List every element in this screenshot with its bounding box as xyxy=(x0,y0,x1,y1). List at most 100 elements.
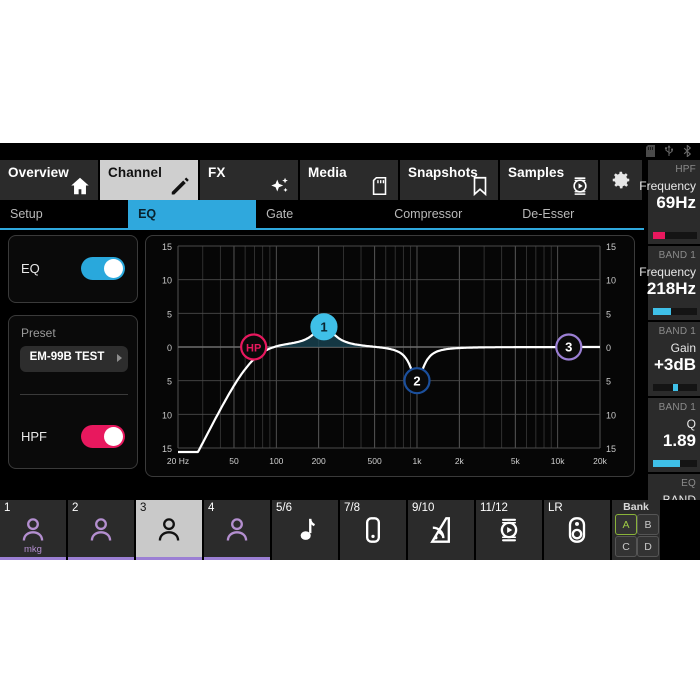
eq-enable-card: EQ xyxy=(8,235,138,303)
home-icon xyxy=(69,175,91,197)
channel-color-bar xyxy=(476,557,542,560)
param-name: Gain xyxy=(670,341,696,355)
hpf-enable-toggle[interactable] xyxy=(81,425,125,448)
svg-text:1: 1 xyxy=(320,319,327,334)
svg-text:10: 10 xyxy=(606,410,616,420)
param-bar-fill xyxy=(653,232,665,239)
param-cell-frequency-1[interactable]: BAND 1 Frequency 218Hz xyxy=(639,246,700,320)
svg-text:1k: 1k xyxy=(412,456,422,466)
tab-fx-label: FX xyxy=(208,165,226,180)
sdcard-icon xyxy=(369,175,391,197)
param-bar-fill xyxy=(653,308,672,315)
eq-node-1[interactable]: 1 xyxy=(310,313,338,341)
channel-color-bar xyxy=(408,557,474,560)
status-bar xyxy=(0,143,700,160)
param-title: BAND 1 xyxy=(658,250,696,261)
pencil-icon xyxy=(169,175,191,197)
bank-option-a[interactable]: A xyxy=(615,514,637,535)
eq-node-3[interactable]: 3 xyxy=(555,333,583,361)
subtab-compressor[interactable]: Compressor xyxy=(384,200,513,228)
channel-number: LR xyxy=(548,502,563,514)
tab-overview[interactable]: Overview xyxy=(0,160,98,200)
channel-button-lr[interactable]: LR xyxy=(544,500,610,560)
channel-color-bar xyxy=(204,557,270,560)
channel-button-9-10[interactable]: 9/10 xyxy=(408,500,474,560)
eq-node-hp[interactable]: HP xyxy=(240,333,268,361)
channel-number: 4 xyxy=(208,502,215,514)
tab-fx[interactable]: FX xyxy=(200,160,298,200)
param-value: +3dB xyxy=(653,355,696,374)
subtab-gate[interactable]: Gate xyxy=(256,200,385,228)
svg-text:15: 15 xyxy=(162,242,172,252)
svg-text:5: 5 xyxy=(606,377,611,387)
channel-number: 2 xyxy=(72,502,79,514)
subtab-eq[interactable]: EQ xyxy=(128,200,257,228)
channel-color-bar xyxy=(340,557,406,560)
bank-option-b[interactable]: B xyxy=(637,514,659,535)
sampler-icon xyxy=(495,516,523,544)
param-title: BAND 1 xyxy=(658,402,696,413)
svg-text:15: 15 xyxy=(606,242,616,252)
svg-text:5k: 5k xyxy=(511,456,521,466)
param-title: HPF xyxy=(675,164,696,175)
param-bar[interactable] xyxy=(653,384,697,391)
channel-button-7-8[interactable]: 7/8 xyxy=(340,500,406,560)
channel-number: 11/12 xyxy=(480,502,508,514)
primary-tab-bar[interactable]: Overview Channel FX Media Snapshots Samp… xyxy=(0,160,700,200)
person-icon xyxy=(19,516,47,544)
gear-icon xyxy=(610,169,632,191)
bank-option-d[interactable]: D xyxy=(637,536,659,557)
eq-enable-toggle[interactable] xyxy=(81,257,125,280)
preset-selector[interactable]: EM-99B TEST xyxy=(20,346,128,372)
tab-snapshots-label: Snapshots xyxy=(408,165,478,180)
channel-button-11-12[interactable]: 11/12 xyxy=(476,500,542,560)
channel-color-bar xyxy=(68,557,134,560)
channel-button-2[interactable]: 2 xyxy=(68,500,134,560)
svg-text:0: 0 xyxy=(606,343,611,353)
channel-number: 9/10 xyxy=(412,502,435,514)
param-cell-gain-2[interactable]: BAND 1 Gain +3dB xyxy=(648,322,700,396)
param-cell-frequency-0[interactable]: HPF Frequency 69Hz xyxy=(639,160,700,244)
subtab-setup[interactable]: Setup xyxy=(0,200,129,228)
channel-button-5-6[interactable]: 5/6 xyxy=(272,500,338,560)
svg-text:HP: HP xyxy=(246,343,261,355)
svg-text:5: 5 xyxy=(167,309,172,319)
bank-option-c[interactable]: C xyxy=(615,536,637,557)
channel-color-bar xyxy=(0,557,66,560)
bank-title: Bank xyxy=(623,501,649,513)
usb-icon xyxy=(664,145,674,157)
tab-channel[interactable]: Channel xyxy=(100,160,198,200)
eq-enable-label: EQ xyxy=(21,261,40,276)
svg-text:5: 5 xyxy=(606,309,611,319)
chevron-right-icon xyxy=(117,354,122,362)
tab-samples[interactable]: Samples xyxy=(500,160,598,200)
tab-channel-label: Channel xyxy=(108,165,162,180)
channel-button-3[interactable]: 3 xyxy=(136,500,202,560)
tab-snapshots[interactable]: Snapshots xyxy=(400,160,498,200)
param-bar[interactable] xyxy=(653,308,697,315)
channel-button-4[interactable]: 4 xyxy=(204,500,270,560)
param-name: Frequency xyxy=(639,179,696,193)
eq-curve-svg[interactable]: 15 1510 105 50 05 510 1015 1520 Hz 50 100 200 500 1k… xyxy=(146,236,632,474)
svg-text:200: 200 xyxy=(312,456,326,466)
channel-strip[interactable]: 1 mkg 2 3 4 5/6 7/8 9/10 11/12 LR Bank A B C D xyxy=(0,500,700,560)
bank-selector[interactable]: Bank A B C D xyxy=(612,500,660,560)
channel-sub-tab-bar[interactable]: Setup EQ Gate Compressor De-Esser xyxy=(0,200,644,230)
channel-number: 7/8 xyxy=(344,502,360,514)
param-bar[interactable] xyxy=(653,232,697,239)
bookmark-icon xyxy=(469,175,491,197)
wireless-icon xyxy=(427,516,455,544)
tab-media[interactable]: Media xyxy=(300,160,398,200)
preset-card: Preset EM-99B TEST HPF xyxy=(8,315,138,469)
channel-color-bar xyxy=(136,557,202,560)
param-bar-fill xyxy=(653,460,681,467)
svg-text:15: 15 xyxy=(606,444,616,454)
param-cell-q-3[interactable]: BAND 1 Q 1.89 xyxy=(648,398,700,472)
tab-settings[interactable] xyxy=(600,160,642,200)
subtab-de-esser[interactable]: De-Esser xyxy=(512,200,644,228)
eq-response-graph[interactable]: 15 15 10 10 5 5 0 0 5 5 10 10 15 15 20 Hz 50 100 200 500 1k… xyxy=(145,235,635,477)
channel-button-1[interactable]: 1 mkg xyxy=(0,500,66,560)
channel-color-bar xyxy=(272,557,338,560)
param-bar[interactable] xyxy=(653,460,697,467)
eq-node-2[interactable]: 2 xyxy=(403,367,431,395)
